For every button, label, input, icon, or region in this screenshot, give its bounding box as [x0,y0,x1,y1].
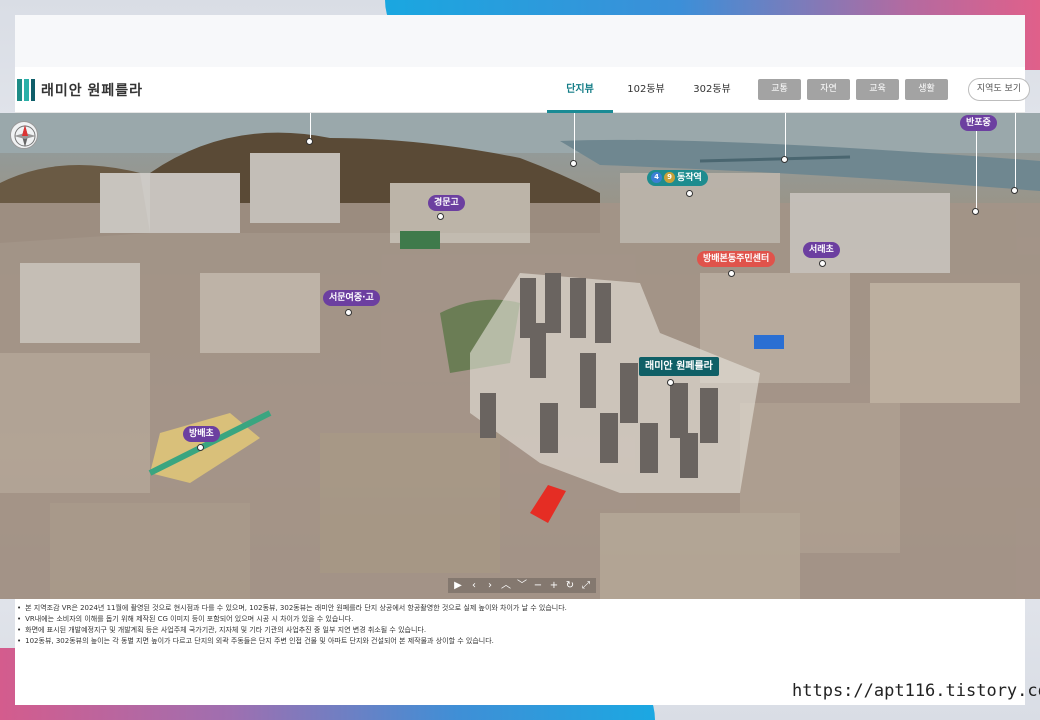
poi-marker [667,379,674,386]
tab-complex-view[interactable]: 단지뷰 [547,67,613,113]
poi-dongjak-station[interactable]: 4 9 동작역 [647,170,708,186]
pointer-line [310,113,311,141]
disclaimer-line: 본 지역조감 VR은 2024년 11월에 촬영된 것으로 현시점과 다를 수 … [17,603,1025,614]
pointer-line [976,131,977,211]
poi-gyeongmun-high[interactable]: 경문고 [428,195,465,211]
poi-marker [437,213,444,220]
poi-marker [686,190,693,197]
filter-living-button[interactable]: 생활 [905,79,948,100]
poi-marker[interactable] [570,160,577,167]
poi-marker[interactable] [781,156,788,163]
line-9-badge: 9 [664,172,675,183]
poi-bangbae-community-center[interactable]: 방배본동주민센터 [697,251,776,267]
disclaimer-line: 화면에 표시된 개발예정지구 및 개발계획 등은 사업주체 국가기관, 지자체 … [17,625,1025,636]
zoom-in-icon[interactable]: + [548,580,560,592]
play-icon[interactable]: ▶ [452,580,464,592]
filter-transport-button[interactable]: 교통 [758,79,801,100]
panel-top-band [15,15,1025,67]
poi-bangbae-elementary[interactable]: 방배초 [183,426,220,442]
pointer-line [574,113,575,161]
aerial-image [0,113,1040,599]
pointer-line [785,113,786,157]
brand-name: 래미안 원페를라 [41,82,144,98]
aerial-view[interactable]: 경문고 4 9 동작역 방배본동주민센터 서래초 서문여중·고 래미안 원페를라 방… [0,113,1040,599]
filter-nature-button[interactable]: 자연 [807,79,850,100]
logo-mark-icon [17,79,35,101]
poi-banpo-middle[interactable]: 반포중 [960,115,997,131]
poi-marker[interactable] [306,138,313,145]
tilt-down-icon[interactable]: ﹀ [516,580,528,592]
rotate-left-icon[interactable]: ‹ [468,580,480,592]
poi-marker[interactable] [1011,187,1018,194]
filter-education-button[interactable]: 교육 [856,79,899,100]
view-tabs: 단지뷰 102동뷰 302동뷰 [547,67,745,113]
region-map-button[interactable]: 지역도 보기 [968,78,1030,101]
station-name: 동작역 [677,173,702,183]
poi-marker [728,270,735,277]
poi-marker [972,208,979,215]
zoom-out-icon[interactable]: − [532,580,544,592]
poi-seomun-school[interactable]: 서문여중·고 [323,290,380,306]
line-4-badge: 4 [651,172,662,183]
reset-icon[interactable]: ↻ [564,580,576,592]
tab-102-view[interactable]: 102동뷰 [613,67,679,113]
poi-marker [197,444,204,451]
disclaimer-notes: 본 지역조감 VR은 2024년 11월에 촬영된 것으로 현시점과 다를 수 … [15,599,1025,649]
poi-marker [345,309,352,316]
poi-marker [819,260,826,267]
watermark: https://apt116.tistory.com [790,678,1040,704]
filter-chips: 교통 자연 교육 생활 [758,79,954,100]
fullscreen-icon[interactable]: ⤢ [580,580,592,592]
poi-seorae-elementary[interactable]: 서래초 [803,242,840,258]
poi-raemian-complex[interactable]: 래미안 원페를라 [639,357,719,376]
brand-logo[interactable]: 래미안 원페를라 [17,78,143,102]
tab-302-view[interactable]: 302동뷰 [679,67,745,113]
pointer-line [1015,113,1016,189]
tilt-up-icon[interactable]: ︿ [500,580,512,592]
header: 래미안 원페를라 단지뷰 102동뷰 302동뷰 교통 자연 교육 생활 지역도… [15,67,1030,113]
compass-icon[interactable] [10,121,38,149]
disclaimer-line: VR내에는 소비자의 이해를 돕기 위해 제작된 CG 이미지 등이 포함되어 … [17,614,1025,625]
vr-controls: ▶ ‹ › ︿ ﹀ − + ↻ ⤢ [448,578,596,593]
rotate-right-icon[interactable]: › [484,580,496,592]
disclaimer-line: 102동뷰, 302동뷰의 높이는 각 동별 지면 높이가 다르고 단지의 외곽… [17,636,1025,647]
